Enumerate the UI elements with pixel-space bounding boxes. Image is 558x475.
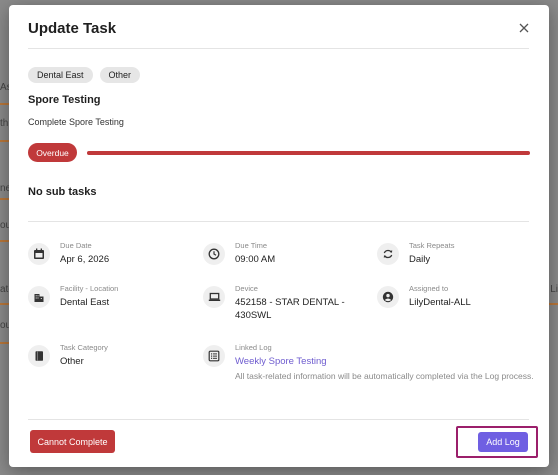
add-log-button[interactable]: Add Log (478, 432, 528, 452)
task-category-value: Other (60, 356, 84, 367)
device-field: Device 452158 - STAR DENTAL - 430SWL (203, 284, 355, 322)
assigned-field: Assigned to LilyDental-ALL (377, 284, 471, 309)
linked-log-link[interactable]: Weekly Spore Testing (235, 355, 534, 368)
due-date-value: Apr 6, 2026 (60, 254, 110, 265)
repeat-icon (377, 243, 399, 265)
device-value: 452158 - STAR DENTAL - 430SWL (235, 297, 345, 321)
task-repeats-value: Daily (409, 254, 431, 265)
calendar-icon (28, 243, 50, 265)
progress-fill (87, 151, 530, 155)
due-date-label: Due Date (60, 241, 92, 250)
tag-chip: Other (99, 67, 141, 83)
laptop-icon (203, 286, 225, 308)
due-date-field: Due Date Apr 6, 2026 (28, 241, 110, 266)
device-label: Device (235, 284, 258, 293)
linked-log-label: Linked Log (235, 343, 272, 352)
due-time-value: 09:00 AM (235, 254, 276, 265)
status-badge: Overdue (28, 143, 77, 162)
task-category-field: Task Category Other (28, 343, 108, 368)
due-time-field: Due Time 09:00 AM (203, 241, 276, 266)
section-divider (28, 221, 529, 222)
tag-chip: Dental East (28, 67, 93, 83)
list-icon (203, 345, 225, 367)
close-icon (519, 23, 529, 33)
assigned-label: Assigned to (409, 284, 449, 293)
building-icon (28, 286, 50, 308)
facility-field: Facility - Location Dental East (28, 284, 119, 309)
update-task-dialog: Update Task Dental East Other Spore Test… (9, 5, 549, 467)
bg-text-fragment: Li (550, 284, 558, 295)
progress-bar (87, 151, 530, 155)
bg-text-fragment: th (0, 118, 9, 129)
add-log-highlight: Add Log (456, 426, 538, 458)
task-repeats-label: Task Repeats (409, 241, 455, 250)
dialog-title: Update Task (28, 20, 117, 37)
linked-log-field: Linked Log Weekly Spore Testing All task… (203, 343, 534, 381)
book-icon (28, 345, 50, 367)
clock-icon (203, 243, 225, 265)
task-title: Spore Testing (28, 94, 101, 106)
facility-label: Facility - Location (60, 284, 119, 293)
footer-divider (28, 419, 529, 420)
tag-list: Dental East Other (28, 67, 141, 83)
account-circle-icon (377, 286, 399, 308)
assigned-value: LilyDental-ALL (409, 297, 471, 308)
due-time-label: Due Time (235, 241, 268, 250)
subtasks-heading: No sub tasks (28, 186, 97, 198)
facility-value: Dental East (60, 297, 110, 308)
close-button[interactable] (513, 17, 535, 39)
task-description: Complete Spore Testing (28, 117, 124, 127)
task-category-label: Task Category (60, 343, 108, 352)
cannot-complete-button[interactable]: Cannot Complete (30, 430, 115, 453)
linked-log-note: All task-related information will be aut… (235, 371, 534, 381)
header-divider (28, 48, 529, 49)
task-repeats-field: Task Repeats Daily (377, 241, 455, 266)
